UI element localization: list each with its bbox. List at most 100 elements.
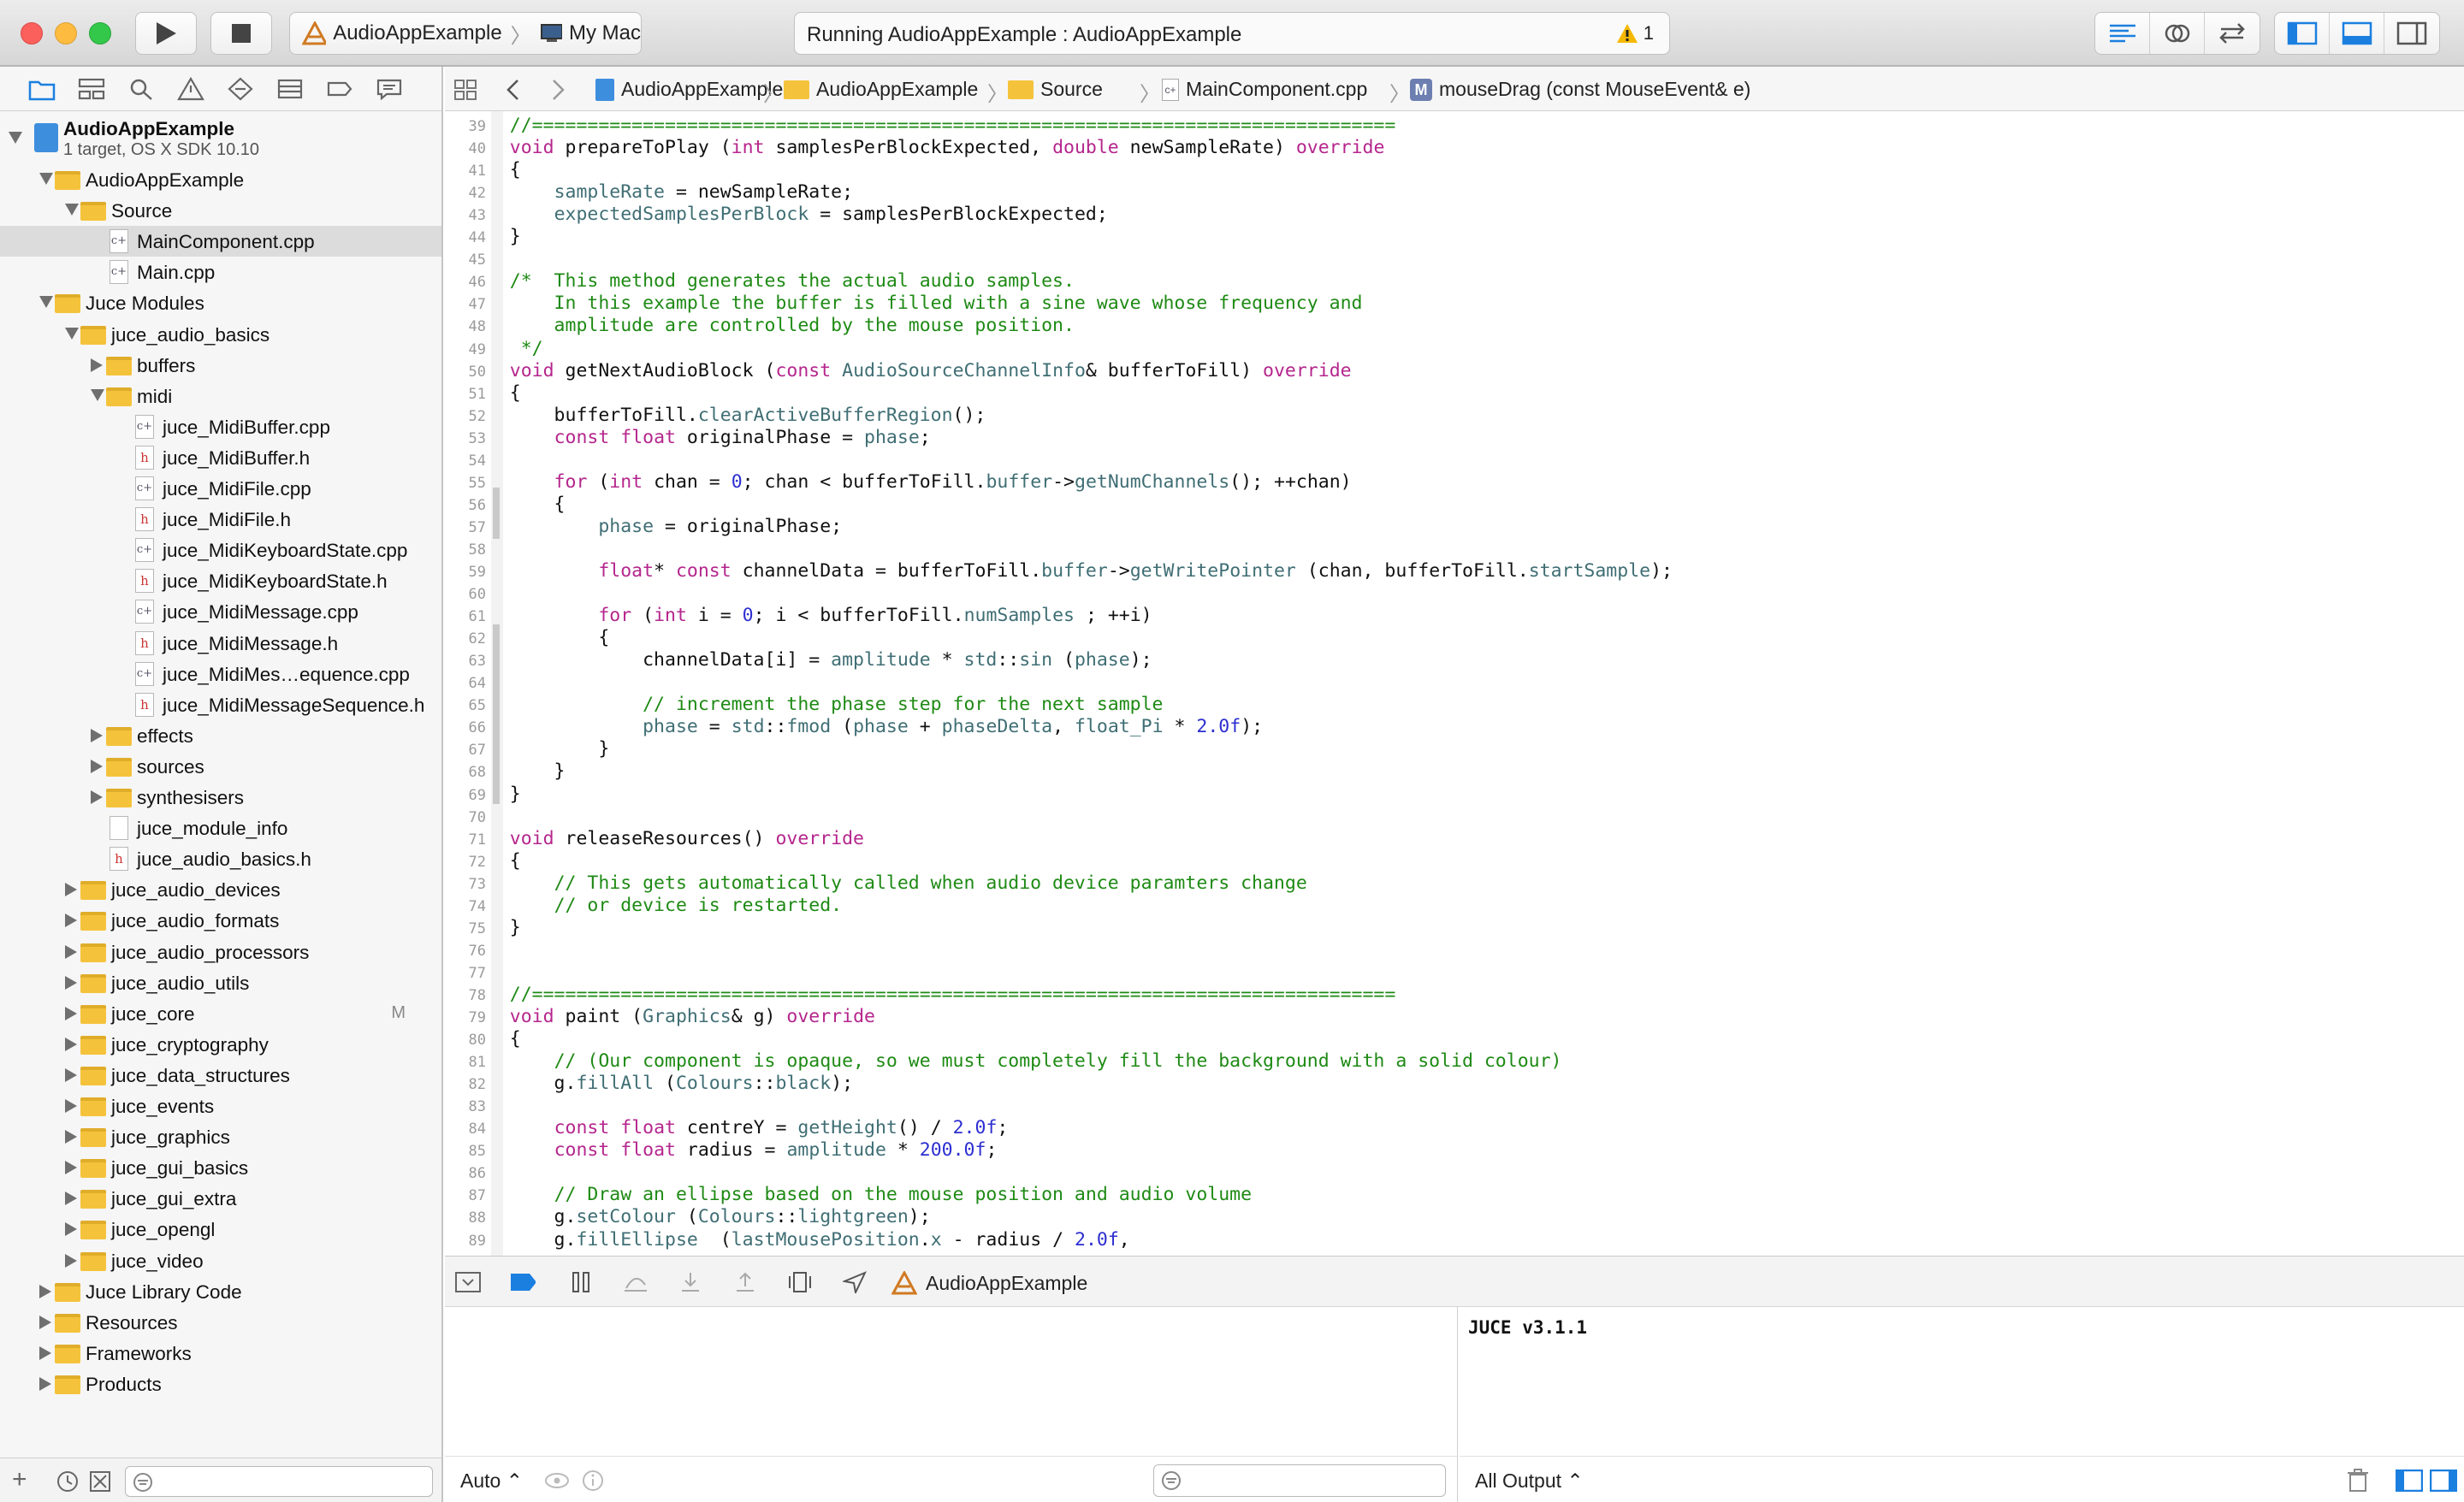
disclosure-collapsed-icon[interactable]: [39, 1284, 51, 1298]
breadcrumb-project[interactable]: AudioAppExample: [595, 78, 783, 101]
tree-group-item[interactable]: synthesisers: [0, 782, 441, 813]
disclosure-collapsed-icon[interactable]: [65, 1161, 77, 1175]
variables-filter-field[interactable]: [1153, 1464, 1446, 1497]
tree-group-item[interactable]: juce_core M: [0, 998, 441, 1029]
info-icon[interactable]: [582, 1469, 604, 1492]
tree-group-item[interactable]: juce_video: [0, 1245, 441, 1276]
disclosure-collapsed-icon[interactable]: [65, 883, 77, 897]
code-line[interactable]: float* const channelData = bufferToFill.…: [465, 560, 1673, 582]
show-variables-icon[interactable]: [2396, 1469, 2423, 1492]
tree-group-item[interactable]: Frameworks: [0, 1338, 441, 1369]
code-line[interactable]: // or device is restarted.: [465, 895, 843, 916]
tree-group-item[interactable]: Juce Library Code: [0, 1276, 441, 1307]
tab-issue-navigator[interactable]: [175, 73, 207, 105]
scheme-selector[interactable]: AudioAppExample 〉 My Mac: [289, 12, 642, 55]
tree-group-item[interactable]: juce_graphics: [0, 1121, 441, 1152]
code-line[interactable]: const float radius = amplitude * 200.0f;: [465, 1139, 998, 1161]
tree-group-item[interactable]: juce_opengl: [0, 1214, 441, 1245]
code-line[interactable]: g.fillEllipse (lastMousePosition.x - rad…: [465, 1229, 1130, 1251]
disclosure-expanded-icon[interactable]: [39, 296, 53, 309]
tab-test-navigator[interactable]: [224, 73, 257, 105]
pause-button[interactable]: [568, 1270, 594, 1294]
code-line[interactable]: g.setColour (Colours::lightgreen);: [465, 1206, 931, 1227]
tree-group-item[interactable]: Resources: [0, 1307, 441, 1338]
show-console-icon[interactable]: [2430, 1469, 2457, 1492]
code-line[interactable]: channelData[i] = amplitude * std::sin (p…: [465, 649, 1152, 671]
disclosure-collapsed-icon[interactable]: [65, 975, 77, 990]
disclosure-collapsed-icon[interactable]: [65, 1099, 77, 1113]
close-window-button[interactable]: [21, 22, 43, 44]
tree-group-item[interactable]: midi: [0, 381, 441, 411]
tree-group-item[interactable]: juce_audio_basics: [0, 319, 441, 350]
tree-group-item[interactable]: juce_events: [0, 1091, 441, 1121]
add-file-button[interactable]: +: [12, 1465, 27, 1494]
code-line[interactable]: In this example the buffer is filled wit…: [465, 293, 1363, 314]
assistant-editor-button[interactable]: [2150, 13, 2205, 54]
disclosure-collapsed-icon[interactable]: [91, 759, 103, 773]
code-line[interactable]: g.fillAll (Colours::black);: [465, 1073, 854, 1094]
version-editor-button[interactable]: [2205, 13, 2260, 54]
source-editor[interactable]: 39 40 41 42 43 44 45 46 47 48 49 50 51 52 53 54 55 56 57 58…: [445, 111, 2464, 1256]
disclosure-expanded-icon[interactable]: [65, 327, 79, 340]
disclosure-expanded-icon[interactable]: [91, 388, 104, 401]
run-button[interactable]: [135, 12, 197, 55]
hide-debug-area-button[interactable]: [455, 1270, 481, 1294]
eye-icon[interactable]: [544, 1471, 570, 1490]
code-line[interactable]: void releaseResources() override: [465, 828, 864, 849]
tree-file-item[interactable]: juce_module_info: [0, 813, 441, 843]
standard-editor-button[interactable]: [2095, 13, 2150, 54]
breadcrumb-group[interactable]: AudioAppExample: [784, 78, 978, 101]
code-line[interactable]: expectedSamplesPerBlock = samplesPerBloc…: [465, 204, 1108, 225]
tree-file-item[interactable]: h juce_audio_basics.h: [0, 843, 441, 874]
step-over-button[interactable]: [623, 1270, 649, 1294]
code-line[interactable]: //======================================…: [465, 984, 1396, 1005]
tree-file-item[interactable]: c+ juce_MidiMessage.cpp: [0, 596, 441, 627]
code-line[interactable]: }: [465, 738, 609, 760]
code-line[interactable]: {: [465, 494, 566, 515]
tree-file-item[interactable]: c+ juce_MidiKeyboardState.cpp: [0, 535, 441, 565]
code-line[interactable]: const float centreY = getHeight() / 2.0f…: [465, 1117, 1009, 1138]
clock-icon[interactable]: [56, 1470, 79, 1493]
code-line[interactable]: for (int chan = 0; chan < bufferToFill.b…: [465, 471, 1352, 493]
tab-find-navigator[interactable]: [125, 73, 157, 105]
code-line[interactable]: bufferToFill.clearActiveBufferRegion();: [465, 405, 986, 426]
breakpoints-toggle-button[interactable]: [510, 1270, 536, 1294]
forward-arrow-icon[interactable]: [549, 79, 566, 101]
tree-group-item[interactable]: juce_cryptography: [0, 1029, 441, 1060]
disclosure-collapsed-icon[interactable]: [65, 1037, 77, 1051]
tree-file-item[interactable]: c+ MainComponent.cpp: [0, 226, 441, 257]
breadcrumb-symbol[interactable]: M mouseDrag (const MouseEvent& e): [1410, 78, 1750, 101]
tab-breakpoint-navigator[interactable]: [323, 73, 356, 105]
code-line[interactable]: /* This method generates the actual audi…: [465, 270, 1075, 292]
tree-file-item[interactable]: c+ juce_MidiFile.cpp: [0, 473, 441, 504]
breadcrumb-source[interactable]: Source: [1008, 78, 1103, 101]
tree-file-item[interactable]: c+ juce_MidiBuffer.cpp: [0, 411, 441, 442]
tree-group-item[interactable]: Juce Modules: [0, 287, 441, 318]
code-line[interactable]: //======================================…: [465, 115, 1396, 136]
tree-file-item[interactable]: h juce_MidiBuffer.h: [0, 442, 441, 473]
scm-filter-icon[interactable]: [89, 1470, 111, 1493]
code-line[interactable]: const float originalPhase = phase;: [465, 427, 931, 448]
code-line[interactable]: sampleRate = newSampleRate;: [465, 181, 854, 203]
code-line[interactable]: for (int i = 0; i < bufferToFill.numSamp…: [465, 605, 1152, 626]
tree-group-item[interactable]: juce_audio_utils: [0, 967, 441, 998]
code-line[interactable]: {: [465, 850, 521, 872]
code-line[interactable]: {: [465, 159, 521, 180]
code-line[interactable]: // increment the phase step for the next…: [465, 694, 1163, 715]
code-line[interactable]: {: [465, 1028, 521, 1050]
debug-process-selector[interactable]: AudioAppExample: [891, 1271, 1087, 1295]
disclosure-collapsed-icon[interactable]: [65, 1253, 77, 1268]
tree-group-item[interactable]: juce_audio_processors: [0, 937, 441, 967]
code-line[interactable]: phase = originalPhase;: [465, 516, 842, 537]
code-line[interactable]: amplitude are controlled by the mouse po…: [465, 315, 1075, 336]
project-root-item[interactable]: AudioAppExample 1 target, OS X SDK 10.10: [0, 118, 441, 161]
step-out-button[interactable]: [732, 1270, 758, 1294]
tree-group-item[interactable]: juce_audio_devices: [0, 874, 441, 905]
tree-group-item[interactable]: AudioAppExample: [0, 164, 441, 195]
tree-group-item[interactable]: sources: [0, 751, 441, 782]
tree-file-item[interactable]: h juce_MidiKeyboardState.h: [0, 565, 441, 596]
tab-project-navigator[interactable]: [26, 73, 58, 105]
tree-group-item[interactable]: juce_audio_formats: [0, 905, 441, 936]
minimize-window-button[interactable]: [55, 22, 77, 44]
code-line[interactable]: void prepareToPlay (int samplesPerBlockE…: [465, 137, 1385, 158]
